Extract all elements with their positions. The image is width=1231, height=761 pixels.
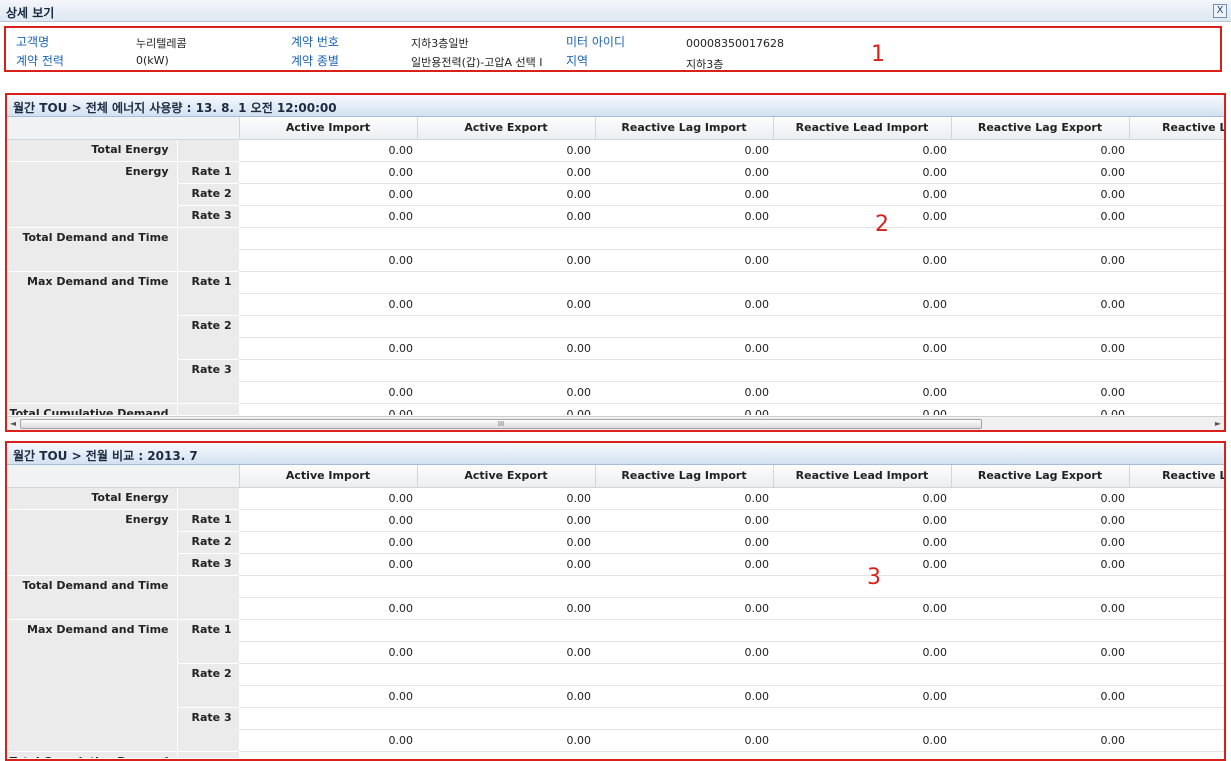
region-label: 지역 bbox=[566, 54, 589, 68]
annotation-frame-3 bbox=[5, 441, 1226, 761]
annotation-number-2: 2 bbox=[875, 212, 889, 237]
contract-power-value: 0(kW) bbox=[136, 54, 169, 67]
contract-no-label: 계약 번호 bbox=[291, 35, 339, 49]
customer-label: 고객명 bbox=[16, 35, 50, 49]
region-value: 지하3층 bbox=[686, 58, 724, 71]
contract-type-value: 일반용전력(갑)-고압A 선택 I bbox=[411, 56, 543, 69]
contract-power-label: 계약 전력 bbox=[16, 54, 64, 68]
window-title: 상세 보기 bbox=[6, 6, 55, 20]
annotation-number-3: 3 bbox=[867, 565, 881, 590]
meter-id-label: 미터 아이디 bbox=[566, 35, 626, 49]
customer-value: 누리텔레콤 bbox=[136, 37, 187, 50]
contract-type-label: 계약 종별 bbox=[291, 54, 339, 68]
window-titlebar: 상세 보기 X bbox=[0, 0, 1231, 22]
close-icon[interactable]: X bbox=[1213, 4, 1227, 18]
contract-no-value: 지하3층일반 bbox=[411, 37, 469, 50]
annotation-frame-2 bbox=[5, 93, 1226, 432]
meter-id-value: 00008350017628 bbox=[686, 37, 784, 50]
annotation-number-1: 1 bbox=[871, 42, 885, 67]
contract-info: 고객명 누리텔레콤 계약 번호 지하3층일반 미터 아이디 0000835001… bbox=[8, 27, 1220, 71]
